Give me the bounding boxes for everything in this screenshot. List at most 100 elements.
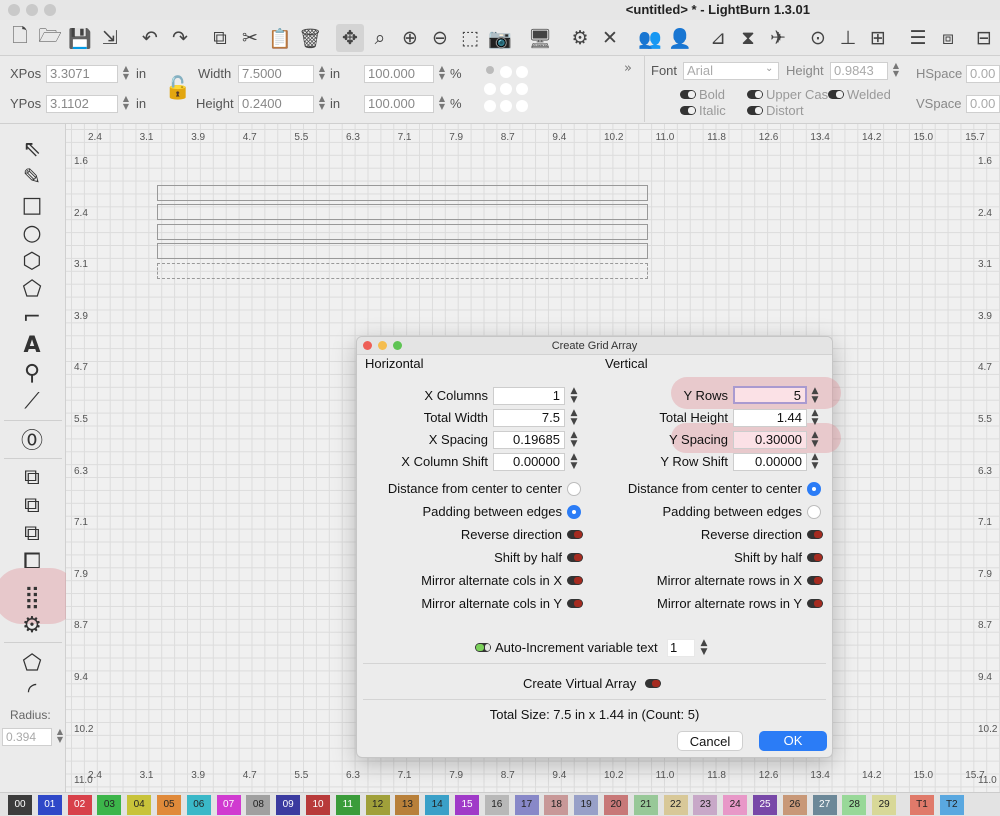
total-height-spinner[interactable]: ▲ ▼	[809, 409, 821, 427]
ypos-spinner[interactable]: ▲ ▼	[120, 95, 132, 113]
node-icon[interactable]: ⊥	[834, 24, 862, 52]
palette-swatch-t1[interactable]: T1	[910, 795, 934, 815]
palette-swatch-14[interactable]: 14	[425, 795, 450, 815]
pencil-icon[interactable]: ✎	[14, 164, 50, 190]
redo-icon[interactable]: ↷	[166, 24, 194, 52]
palette-swatch-08[interactable]: 08	[246, 795, 271, 815]
height-spinner[interactable]: ▲ ▼	[316, 95, 328, 113]
minimize-dialog-button[interactable]	[378, 341, 387, 350]
target-icon[interactable]: ⊙	[804, 24, 832, 52]
rectangle-shape[interactable]	[157, 224, 648, 240]
palette-swatch-26[interactable]: 26	[782, 795, 807, 815]
h-distance-center-radio[interactable]	[567, 482, 581, 496]
polygon-icon[interactable]: ⬡	[14, 248, 50, 274]
italic-toggle[interactable]	[680, 106, 696, 115]
palette-swatch-12[interactable]: 12	[365, 795, 390, 815]
distribute-icon[interactable]: ☰	[904, 24, 932, 52]
anchor-grid[interactable]	[484, 66, 530, 112]
palette-swatch-27[interactable]: 27	[812, 795, 837, 815]
close-window-button[interactable]	[8, 4, 20, 16]
palette-swatch-28[interactable]: 28	[842, 795, 867, 815]
tools-icon[interactable]: ✕	[596, 24, 624, 52]
weld-icon[interactable]: ⧉	[14, 464, 50, 490]
palette-swatch-19[interactable]: 19	[574, 795, 599, 815]
palette-swatch-15[interactable]: 15	[455, 795, 479, 815]
cancel-button[interactable]: Cancel	[677, 731, 743, 751]
v-shift-half-toggle[interactable]	[807, 553, 823, 562]
auto-increment-input[interactable]: 1	[667, 639, 695, 657]
x-column-shift-input[interactable]: 0.00000	[493, 453, 565, 471]
delete-icon[interactable]: 🗑	[296, 24, 324, 52]
height-input[interactable]: 0.2400	[238, 95, 314, 113]
y-spacing-input[interactable]: 0.30000	[733, 431, 807, 449]
palette-swatch-06[interactable]: 06	[186, 795, 211, 815]
palette-swatch-01[interactable]: 01	[37, 795, 62, 815]
rectangle-shape[interactable]	[157, 243, 648, 259]
text-icon[interactable]: A	[14, 332, 50, 358]
palette-swatch-07[interactable]: 07	[216, 795, 241, 815]
palette-swatch-09[interactable]: 09	[276, 795, 301, 815]
h-reverse-toggle[interactable]	[567, 530, 583, 539]
welded-toggle[interactable]	[828, 90, 844, 99]
ellipse-icon[interactable]: ○	[14, 220, 50, 246]
palette-swatch-00[interactable]: 00	[8, 795, 32, 815]
pin-icon[interactable]: ⚲	[14, 360, 50, 386]
palette-swatch-23[interactable]: 23	[693, 795, 718, 815]
save-icon[interactable]: 💾	[66, 24, 94, 52]
send-icon[interactable]: ✈	[764, 24, 792, 52]
v-distance-center-radio[interactable]	[807, 482, 821, 496]
y-row-shift-spinner[interactable]: ▲ ▼	[809, 453, 821, 471]
frame-icon[interactable]: ⬚	[456, 24, 484, 52]
total-width-input[interactable]: 7.5	[493, 409, 565, 427]
hspace-input[interactable]: 0.00	[966, 65, 1000, 83]
palette-swatch-11[interactable]: 11	[335, 795, 360, 815]
users-icon[interactable]: 👥	[636, 24, 664, 52]
x-columns-input[interactable]: 1	[493, 387, 565, 405]
palette-swatch-21[interactable]: 21	[633, 795, 658, 815]
v-padding-edges-radio[interactable]	[807, 505, 821, 519]
zoom-selection-icon[interactable]: ⌕	[366, 24, 394, 52]
align-h-icon[interactable]: ⧈	[934, 24, 962, 52]
y-spacing-spinner[interactable]: ▲ ▼	[809, 431, 821, 449]
scale-height-input[interactable]: 100.000	[364, 95, 434, 113]
auto-increment-toggle[interactable]	[475, 643, 491, 652]
y-row-shift-input[interactable]: 0.00000	[733, 453, 807, 471]
total-height-input[interactable]: 1.44	[733, 409, 807, 427]
scale-width-spinner[interactable]: ▲ ▼	[436, 65, 448, 83]
grid-array-icon[interactable]: ⣿	[14, 584, 50, 610]
mirror-icon[interactable]: ⧗	[734, 24, 762, 52]
boolean-subtract-icon[interactable]: ⧉	[14, 520, 50, 546]
minimize-window-button[interactable]	[26, 4, 38, 16]
upper-case-toggle[interactable]	[747, 90, 763, 99]
corner-icon[interactable]: ⬠	[14, 650, 50, 676]
total-width-spinner[interactable]: ▲ ▼	[568, 409, 580, 427]
cut-icon[interactable]: ✂	[236, 24, 264, 52]
zoom-out-icon[interactable]: ⊖	[426, 24, 454, 52]
group-icon[interactable]: ⊞	[864, 24, 892, 52]
offset-icon[interactable]: ⓪	[14, 426, 50, 454]
x-columns-spinner[interactable]: ▲ ▼	[568, 387, 580, 405]
undo-icon[interactable]: ↶	[136, 24, 164, 52]
y-rows-input[interactable]: 5	[733, 386, 807, 404]
open-folder-icon[interactable]: 🗁	[36, 24, 64, 52]
boolean-union-icon[interactable]: ⧉	[14, 492, 50, 518]
palette-swatch-22[interactable]: 22	[663, 795, 688, 815]
xpos-input[interactable]: 3.3071	[46, 65, 118, 83]
position-icon[interactable]: ⌐	[14, 304, 50, 330]
mirror-rows-y-toggle[interactable]	[807, 599, 823, 608]
user-icon[interactable]: 👤	[666, 24, 694, 52]
y-rows-spinner[interactable]: ▲ ▼	[809, 387, 821, 405]
x-spacing-input[interactable]: 0.19685	[493, 431, 565, 449]
rectangle-shape[interactable]	[157, 204, 648, 220]
mirror-rows-x-toggle[interactable]	[807, 576, 823, 585]
rectangle-shape[interactable]	[157, 185, 648, 201]
h-padding-edges-radio[interactable]	[567, 505, 581, 519]
palette-swatch-24[interactable]: 24	[723, 795, 748, 815]
radius-input[interactable]: 0.394	[2, 728, 52, 746]
palette-swatch-04[interactable]: 04	[127, 795, 152, 815]
palette-swatch-25[interactable]: 25	[753, 795, 777, 815]
rectangle-icon[interactable]: □	[14, 192, 50, 218]
move-icon[interactable]: ✥	[336, 24, 364, 52]
align-icon[interactable]: ⊿	[704, 24, 732, 52]
palette-swatch-17[interactable]: 17	[514, 795, 539, 815]
